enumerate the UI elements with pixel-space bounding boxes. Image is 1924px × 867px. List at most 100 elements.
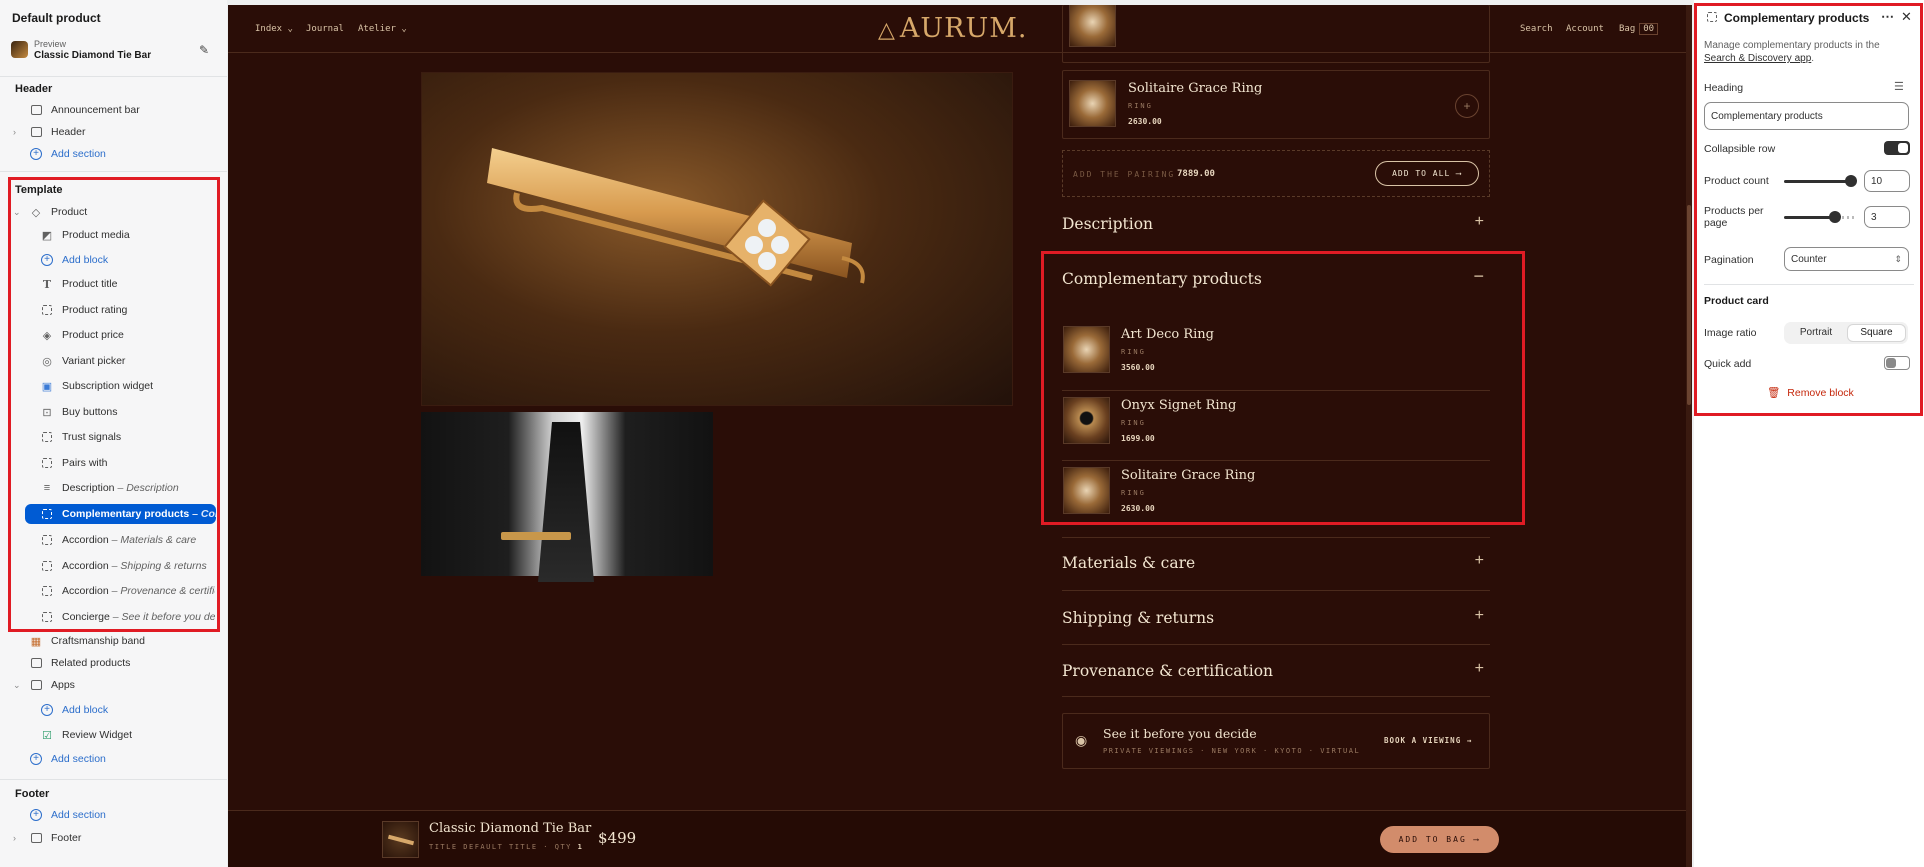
pencil-icon[interactable]: ✎ xyxy=(199,43,209,57)
preview-value: Classic Diamond Tie Bar xyxy=(34,50,152,61)
add-icon: + xyxy=(29,147,43,161)
app-icon: ☑ xyxy=(42,729,52,742)
section-label: Related products xyxy=(51,657,131,669)
add-block-label: Add block xyxy=(62,704,109,716)
nav-bag[interactable]: Bag 00 xyxy=(1619,23,1659,35)
add-pairing-row: ADD THE PAIRING 7889.00 ADD TO ALL ⟶ xyxy=(1062,150,1490,197)
section-footer[interactable]: › Footer xyxy=(13,828,219,848)
section-icon xyxy=(29,831,43,845)
sticky-product-title: Classic Diamond Tie Bar xyxy=(429,821,592,836)
add-icon: + xyxy=(40,703,54,717)
preview-thumbnail xyxy=(11,41,28,58)
footer-add-section[interactable]: + Add section xyxy=(29,805,219,825)
preview-scrollbar[interactable] xyxy=(1686,5,1692,867)
section-label: Footer xyxy=(51,832,82,844)
sticky-price: $499 xyxy=(598,829,637,847)
product-image-secondary[interactable] xyxy=(421,412,713,582)
concierge-title: See it before you decide xyxy=(1103,726,1257,741)
section-header[interactable]: › Header xyxy=(13,122,219,142)
eye-icon: ◉ xyxy=(1075,732,1088,748)
accordion-provenance[interactable]: Provenance & certification + xyxy=(1062,645,1490,697)
store-logo[interactable]: △ AURUM. xyxy=(878,13,1028,44)
bag-count: 00 xyxy=(1639,23,1659,35)
product-category: RING xyxy=(1128,102,1153,110)
header-add-section[interactable]: + Add section xyxy=(29,144,219,164)
divider xyxy=(0,76,227,77)
section-apps[interactable]: ⌄ Apps xyxy=(13,675,219,695)
divider xyxy=(0,779,227,780)
image-section-icon: ▦ xyxy=(30,635,42,648)
section-related-products[interactable]: Related products xyxy=(29,653,219,673)
section-icon xyxy=(29,125,43,139)
plus-icon: + xyxy=(1474,213,1484,230)
template-title[interactable]: Default product xyxy=(12,11,101,25)
accordion-title: Materials & care xyxy=(1062,554,1196,572)
product-thumbnail xyxy=(1069,5,1116,47)
accordion-materials[interactable]: Materials & care + xyxy=(1062,538,1490,591)
pairing-product-card[interactable]: Solitaire Grace Ring RING 2630.00 + xyxy=(1062,70,1490,139)
add-pairing-label: ADD THE PAIRING xyxy=(1073,170,1176,179)
add-section-label: Add section xyxy=(51,809,106,821)
scrollbar-thumb[interactable] xyxy=(1687,205,1691,405)
sticky-variant: TITLE DEFAULT TITLE · QTY 1 xyxy=(429,843,584,851)
pairing-card-partial xyxy=(1062,5,1490,63)
logo-mark-icon: △ xyxy=(878,18,896,43)
add-section-label: Add section xyxy=(51,148,106,160)
preview-label: Preview xyxy=(34,39,67,49)
book-viewing-link[interactable]: BOOK A VIEWING → xyxy=(1384,736,1472,745)
product-price: 2630.00 xyxy=(1128,117,1162,126)
tie-bar-illustration xyxy=(501,532,571,540)
nav-journal[interactable]: Journal xyxy=(306,24,344,34)
sticky-add-to-bag-bar: Classic Diamond Tie Bar TITLE DEFAULT TI… xyxy=(228,810,1692,867)
template-add-section[interactable]: + Add section xyxy=(29,749,219,769)
nav-atelier[interactable]: Atelier ⌄ xyxy=(358,24,407,34)
add-icon: + xyxy=(29,808,43,822)
product-thumbnail xyxy=(382,821,419,858)
nav-search[interactable]: Search xyxy=(1520,24,1553,34)
footer-group-title: Footer xyxy=(15,788,50,800)
section-craftsmanship-band[interactable]: ▦ Craftsmanship band xyxy=(29,631,219,651)
nav-index[interactable]: Index ⌄ xyxy=(255,24,293,34)
add-to-bag-button[interactable]: ADD TO BAG ⟶ xyxy=(1380,826,1499,853)
accordion-title: Description xyxy=(1062,215,1154,233)
add-to-all-button[interactable]: ADD TO ALL ⟶ xyxy=(1375,161,1479,186)
product-image-main[interactable] xyxy=(421,72,1013,406)
plus-icon: + xyxy=(1474,607,1484,624)
tie-illustration xyxy=(538,422,594,582)
chevron-down-icon[interactable]: ⌄ xyxy=(13,680,21,691)
product-name[interactable]: Solitaire Grace Ring xyxy=(1128,81,1262,96)
accordion-title: Provenance & certification xyxy=(1062,662,1274,680)
section-label: Announcement bar xyxy=(51,104,140,116)
section-announcement-bar[interactable]: Announcement bar xyxy=(29,100,219,120)
chevron-right-icon[interactable]: › xyxy=(13,833,16,843)
preview-selector[interactable]: Preview Classic Diamond Tie Bar ✎ xyxy=(11,37,221,69)
tie-bar-illustration xyxy=(487,148,865,287)
plus-icon: + xyxy=(1474,552,1484,569)
add-icon: + xyxy=(29,752,43,766)
add-plus-icon[interactable]: + xyxy=(1455,94,1479,118)
divider xyxy=(0,171,227,172)
block-label: Review Widget xyxy=(62,729,133,741)
section-icon xyxy=(29,103,43,117)
nav-account[interactable]: Account xyxy=(1566,24,1604,34)
concierge-block: ◉ See it before you decide PRIVATE VIEWI… xyxy=(1062,713,1490,769)
template-highlight-box xyxy=(8,177,220,632)
concierge-tags: PRIVATE VIEWINGS · NEW YORK · KYOTO · VI… xyxy=(1103,747,1361,755)
section-icon xyxy=(29,656,43,670)
add-pairing-total: 7889.00 xyxy=(1177,169,1215,179)
product-thumbnail xyxy=(1069,80,1116,127)
chevron-right-icon[interactable]: › xyxy=(13,127,16,137)
header-group-title: Header xyxy=(15,83,53,95)
complementary-highlight-box xyxy=(1041,251,1525,525)
plus-icon: + xyxy=(1474,660,1484,677)
add-section-label: Add section xyxy=(51,753,106,765)
section-label: Craftsmanship band xyxy=(51,635,145,647)
accordion-description[interactable]: Description + xyxy=(1062,201,1490,254)
section-label: Apps xyxy=(51,679,75,691)
apps-add-block[interactable]: + Add block xyxy=(40,700,215,720)
section-label: Header xyxy=(51,126,86,138)
apps-icon xyxy=(29,678,43,692)
accordion-shipping[interactable]: Shipping & returns + xyxy=(1062,591,1490,645)
accordion-title: Shipping & returns xyxy=(1062,609,1215,627)
block-review-widget[interactable]: ☑ Review Widget xyxy=(40,725,215,745)
